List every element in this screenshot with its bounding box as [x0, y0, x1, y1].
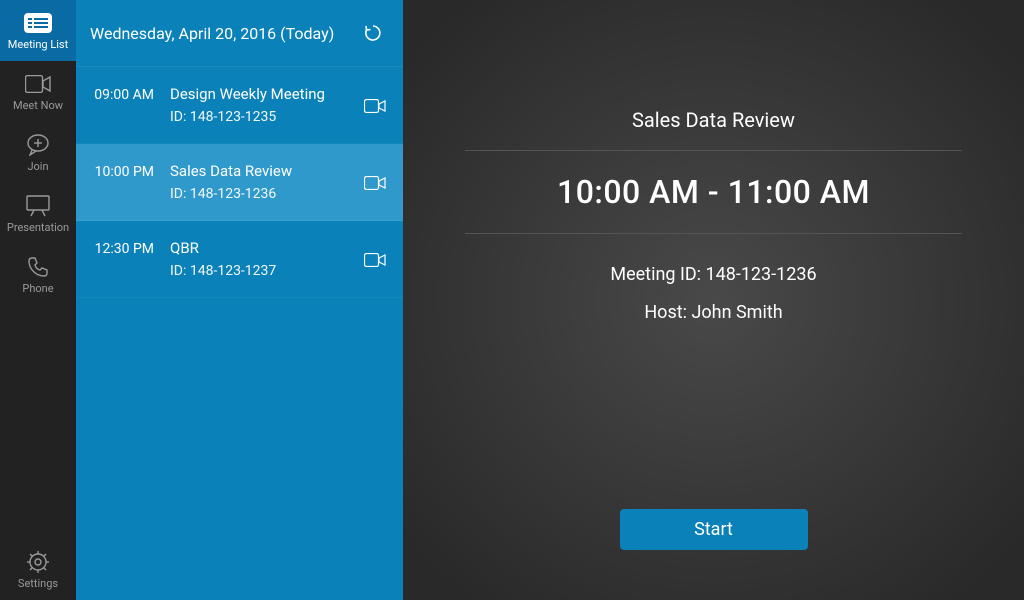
list-icon — [24, 12, 52, 34]
phone-icon — [24, 256, 52, 278]
join-icon — [24, 134, 52, 156]
nav-item-phone[interactable]: Phone — [0, 244, 76, 305]
video-icon — [24, 73, 52, 95]
detail-title: Sales Data Review — [465, 108, 962, 151]
meeting-detail-pane: Sales Data Review 10:00 AM - 11:00 AM Me… — [403, 0, 1024, 600]
meeting-id: ID: 148-123-1235 — [170, 109, 361, 125]
video-join-button[interactable] — [361, 85, 389, 113]
video-icon — [364, 176, 386, 190]
meeting-item[interactable]: 10:00 PM Sales Data Review ID: 148-123-1… — [76, 144, 403, 221]
meeting-time: 09:00 AM — [90, 85, 170, 103]
meeting-list-panel: Wednesday, April 20, 2016 (Today) 09:00 … — [76, 0, 403, 600]
nav-item-join[interactable]: Join — [0, 122, 76, 183]
nav-item-meet-now[interactable]: Meet Now — [0, 61, 76, 122]
detail-time-range: 10:00 AM - 11:00 AM — [465, 151, 962, 234]
video-icon — [364, 99, 386, 113]
nav-label: Meet Now — [13, 99, 63, 112]
detail-meeting-id: Meeting ID: 148-123-1236 — [465, 256, 962, 294]
meeting-time: 10:00 PM — [90, 162, 170, 180]
meeting-title: Sales Data Review — [170, 162, 361, 180]
start-button[interactable]: Start — [620, 509, 808, 550]
refresh-icon — [364, 24, 382, 42]
video-icon — [364, 253, 386, 267]
video-join-button[interactable] — [361, 239, 389, 267]
presentation-icon — [24, 195, 52, 217]
meeting-title: QBR — [170, 239, 361, 257]
nav-label: Meeting List — [8, 38, 68, 51]
meeting-id: ID: 148-123-1237 — [170, 263, 361, 279]
meeting-item[interactable]: 09:00 AM Design Weekly Meeting ID: 148-1… — [76, 67, 403, 144]
video-join-button[interactable] — [361, 162, 389, 190]
refresh-button[interactable] — [361, 21, 385, 45]
nav-item-settings[interactable]: Settings — [0, 539, 76, 600]
nav-label: Join — [27, 160, 48, 173]
nav-rail: Meeting List Meet Now Join — [0, 0, 76, 600]
nav-item-meeting-list[interactable]: Meeting List — [0, 0, 76, 61]
nav-label: Phone — [22, 282, 53, 295]
nav-label: Presentation — [7, 221, 69, 234]
meeting-id: ID: 148-123-1236 — [170, 186, 361, 202]
nav-item-presentation[interactable]: Presentation — [0, 183, 76, 244]
date-header: Wednesday, April 20, 2016 (Today) — [90, 24, 361, 43]
detail-host: Host: John Smith — [465, 294, 962, 332]
gear-icon — [24, 551, 52, 573]
meeting-title: Design Weekly Meeting — [170, 85, 361, 103]
meeting-item[interactable]: 12:30 PM QBR ID: 148-123-1237 — [76, 221, 403, 298]
meeting-time: 12:30 PM — [90, 239, 170, 257]
meeting-list-header: Wednesday, April 20, 2016 (Today) — [76, 0, 403, 67]
nav-label: Settings — [18, 577, 58, 590]
